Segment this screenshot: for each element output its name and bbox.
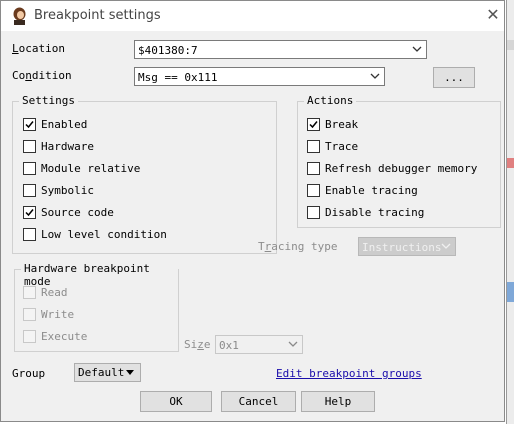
actions-title: Actions	[304, 94, 357, 107]
source-code-checkbox[interactable]	[23, 206, 36, 219]
refresh-debugger-memory-checkbox[interactable]	[307, 162, 320, 175]
close-icon[interactable]: ✕	[481, 3, 505, 27]
location-combo[interactable]: $401380:7	[134, 40, 427, 59]
chevron-down-icon	[288, 341, 298, 347]
write-label: Write	[41, 308, 75, 321]
check-icon	[309, 121, 318, 129]
hardware-checkbox[interactable]	[23, 140, 36, 153]
app-icon	[11, 7, 28, 25]
break-checkbox[interactable]	[307, 118, 320, 131]
hardware-mode-group: Hardware breakpoint mode	[14, 262, 179, 352]
check-icon	[25, 209, 34, 217]
condition-label: Condition	[12, 69, 72, 82]
ok-button[interactable]: OK	[140, 391, 212, 412]
cancel-button[interactable]: Cancel	[221, 391, 296, 412]
size-label: Size	[184, 338, 211, 351]
hardware-mode-title: Hardware breakpoint mode	[21, 262, 178, 288]
breakpoint-settings-dialog: Breakpoint settings ✕ Location $401380:7…	[0, 0, 505, 422]
background-window-edge	[506, 0, 514, 424]
enable-tracing-label: Enable tracing	[325, 184, 418, 197]
background-fragment	[507, 158, 514, 168]
chevron-down-icon	[370, 73, 380, 79]
check-icon	[25, 121, 34, 129]
help-button[interactable]: Help	[301, 391, 375, 412]
window-title: Breakpoint settings	[34, 8, 161, 23]
execute-checkbox[interactable]	[23, 330, 36, 343]
low-level-condition-checkbox[interactable]	[23, 228, 36, 241]
chevron-down-icon	[412, 46, 422, 52]
background-fragment	[507, 282, 514, 292]
module-relative-checkbox[interactable]	[23, 162, 36, 175]
size-combo[interactable]: 0x1	[215, 335, 303, 354]
read-checkbox[interactable]	[23, 286, 36, 299]
low-level-condition-label: Low level condition	[41, 228, 167, 241]
chevron-down-icon	[441, 243, 451, 249]
module-relative-label: Module relative	[41, 162, 141, 175]
condition-ellipsis-button[interactable]: ...	[433, 67, 475, 88]
enabled-checkbox[interactable]	[23, 118, 36, 131]
size-value: 0x1	[219, 339, 239, 352]
background-fragment	[507, 40, 514, 50]
hardware-label: Hardware	[41, 140, 94, 153]
break-label: Break	[325, 118, 359, 131]
group-dropdown[interactable]: Default	[74, 363, 141, 382]
location-label: Location	[12, 42, 65, 55]
caret-down-icon	[126, 370, 134, 375]
tracing-type-combo[interactable]: Instructions	[358, 237, 456, 256]
symbolic-label: Symbolic	[41, 184, 94, 197]
write-checkbox[interactable]	[23, 308, 36, 321]
trace-checkbox[interactable]	[307, 140, 320, 153]
tracing-type-label: Tracing type	[258, 240, 338, 253]
enable-tracing-checkbox[interactable]	[307, 184, 320, 197]
tracing-type-value: Instructions	[362, 241, 442, 254]
condition-value: Msg == 0x111	[138, 71, 218, 84]
refresh-debugger-memory-label: Refresh debugger memory	[325, 162, 478, 175]
group-value: Default	[78, 366, 125, 379]
condition-combo[interactable]: Msg == 0x111	[134, 67, 385, 86]
enabled-label: Enabled	[41, 118, 88, 131]
disable-tracing-checkbox[interactable]	[307, 206, 320, 219]
source-code-label: Source code	[41, 206, 114, 219]
title-bar: Breakpoint settings ✕	[1, 1, 504, 31]
background-fragment	[507, 292, 514, 302]
edit-breakpoint-groups-link[interactable]: Edit breakpoint groups	[276, 367, 422, 380]
location-value: $401380:7	[138, 44, 198, 57]
execute-label: Execute	[41, 330, 88, 343]
disable-tracing-label: Disable tracing	[325, 206, 425, 219]
read-label: Read	[41, 286, 68, 299]
symbolic-checkbox[interactable]	[23, 184, 36, 197]
trace-label: Trace	[325, 140, 359, 153]
settings-title: Settings	[19, 94, 78, 107]
group-label: Group	[12, 367, 46, 380]
